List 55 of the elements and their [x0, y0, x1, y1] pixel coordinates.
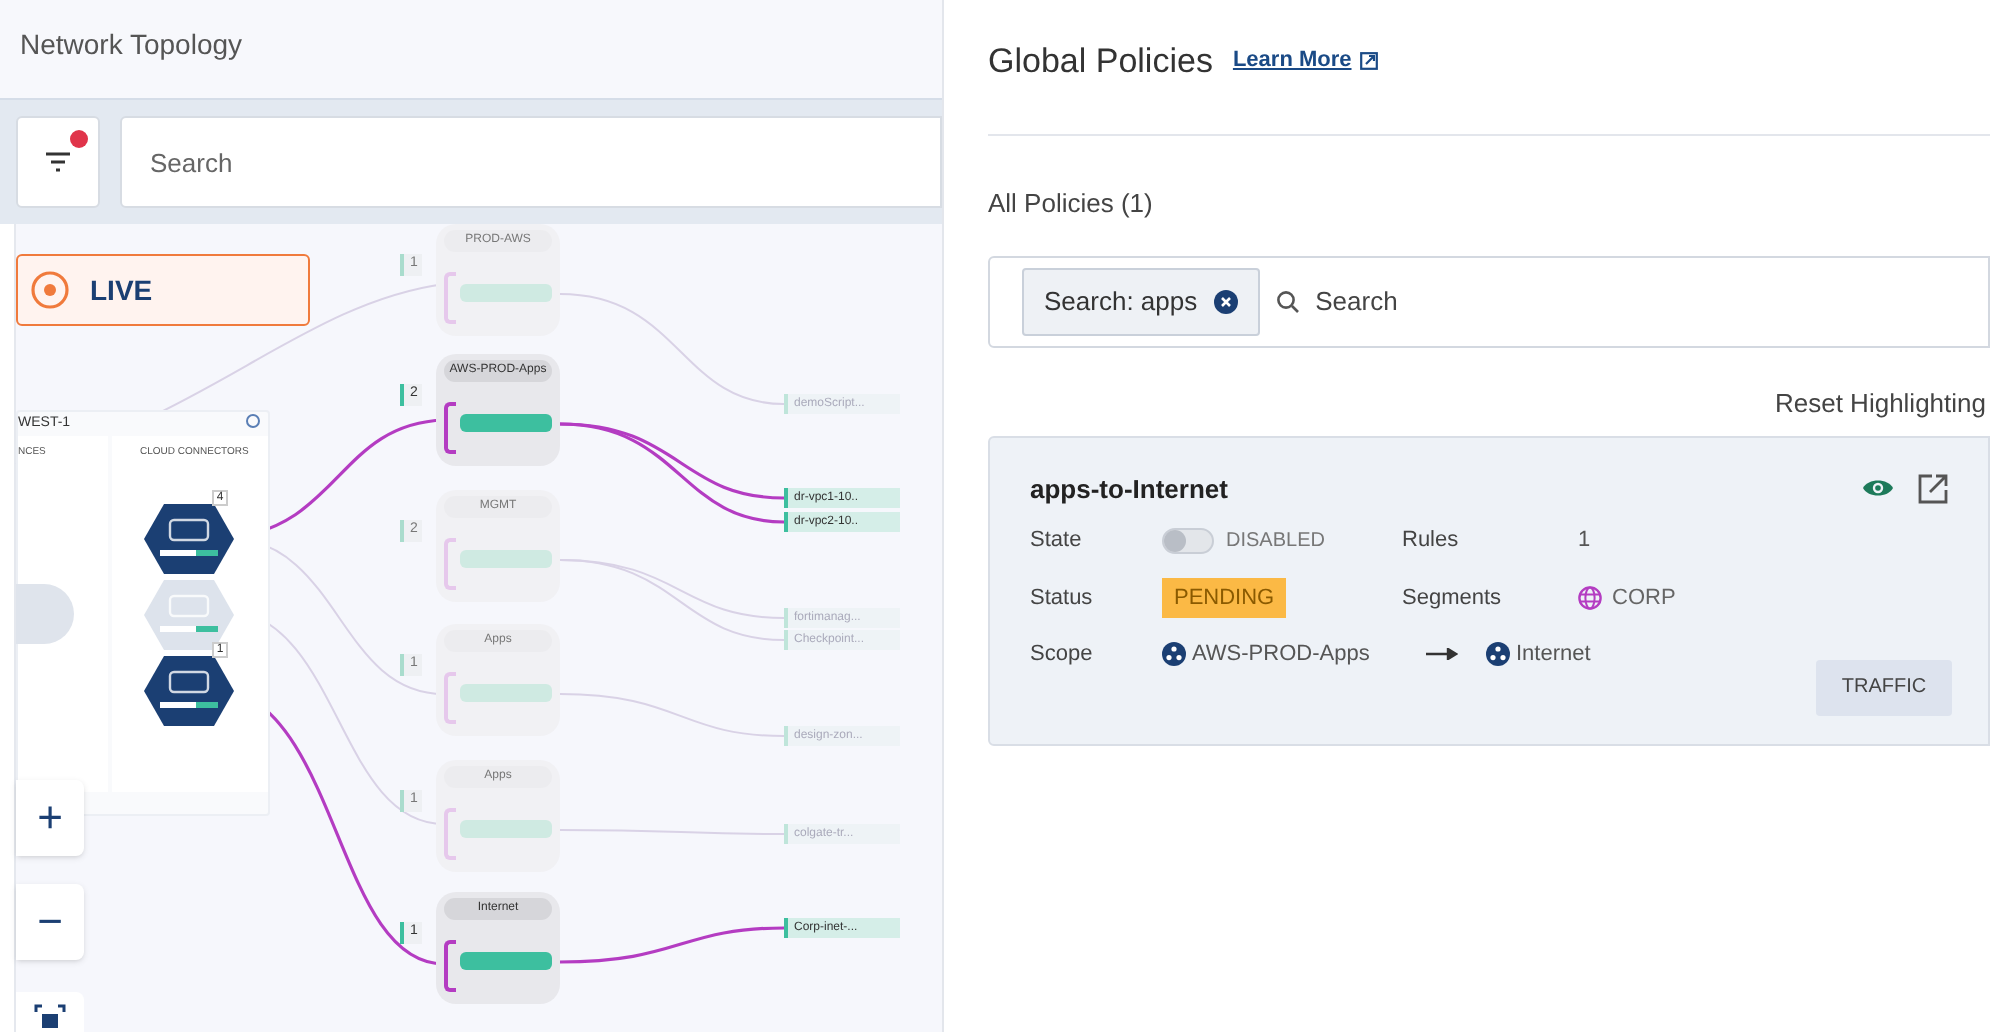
field-label: Status: [1030, 583, 1095, 613]
traffic-bar: [460, 550, 552, 568]
panel-title: Network Topology: [20, 26, 243, 64]
field-label: State: [1030, 526, 1084, 556]
bracket-icon: [444, 672, 456, 724]
field-label: Scope: [1030, 640, 1095, 670]
state-toggle[interactable]: [1162, 527, 1214, 554]
traffic-bar: [460, 284, 552, 302]
traffic-bar: [460, 820, 552, 838]
bracket-icon: [444, 272, 456, 324]
reset-highlighting-button[interactable]: Reset Highlighting: [1774, 384, 1986, 423]
bracket-icon: [444, 940, 456, 992]
field-label: Segments: [1402, 583, 1504, 613]
connector-node[interactable]: [144, 580, 234, 650]
connector-node[interactable]: [144, 656, 234, 726]
status-badge: PENDING: [1162, 577, 1287, 618]
zoom-out-button[interactable]: −: [16, 884, 84, 960]
connector-node[interactable]: [144, 504, 234, 574]
globe-icon: [1578, 585, 1602, 610]
record-icon: [30, 270, 70, 310]
fit-view-icon: [34, 1004, 66, 1028]
network-icon: [1486, 642, 1510, 667]
bracket-icon: [444, 808, 456, 860]
traffic-button[interactable]: TRAFFIC: [1816, 659, 1952, 715]
policy-name: apps-to-Internet: [1030, 471, 1228, 508]
search-field[interactable]: Search: [120, 116, 942, 208]
scope-source: AWS-PROD-Apps: [1192, 640, 1370, 670]
close-icon[interactable]: [1213, 290, 1238, 314]
bracket-icon: [444, 402, 456, 454]
external-link-icon: [1359, 52, 1378, 70]
policy-search-field[interactable]: Search: apps Search: [988, 256, 1990, 348]
zoom-in-button[interactable]: +: [16, 780, 84, 856]
live-button[interactable]: LIVE: [16, 254, 310, 326]
device-node: [16, 584, 74, 644]
traffic-bar: [460, 684, 552, 702]
network-icon: [1162, 642, 1186, 667]
list-title: All Policies (1): [988, 188, 1153, 218]
right-arrow-icon: [1426, 648, 1458, 661]
filter-icon: [44, 150, 72, 174]
scope-destination: Internet: [1516, 640, 1591, 670]
panel-title: Global Policies: [988, 39, 1213, 84]
field-label: Rules: [1402, 526, 1461, 556]
learn-more-link[interactable]: Learn More: [1232, 44, 1378, 78]
traffic-bar: [460, 952, 552, 970]
bracket-icon: [444, 538, 456, 590]
traffic-bar: [460, 414, 552, 432]
filter-button[interactable]: [16, 116, 100, 208]
search-input[interactable]: Search: [1315, 282, 1668, 322]
state-text: DISABLED: [1226, 527, 1325, 556]
eye-icon[interactable]: [1862, 476, 1894, 501]
search-chip[interactable]: Search: apps: [1022, 268, 1260, 336]
search-icon: [1275, 290, 1300, 314]
segment-name: CORP: [1612, 583, 1676, 613]
rules-count: 1: [1578, 526, 1593, 556]
external-link-icon[interactable]: [1918, 473, 1948, 504]
